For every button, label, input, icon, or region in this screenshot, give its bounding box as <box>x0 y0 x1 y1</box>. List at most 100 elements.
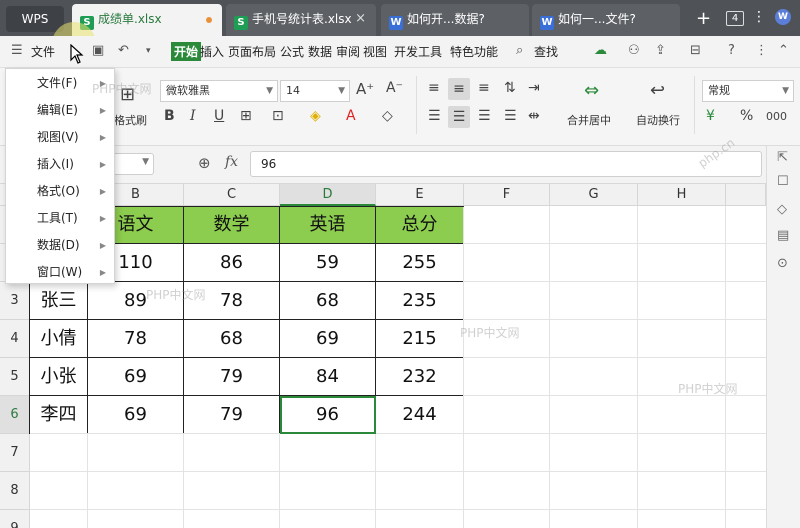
chevron-right-icon: ▶ <box>99 79 106 88</box>
more-icon[interactable]: ⋮ <box>752 9 766 25</box>
font-size-select[interactable]: 14 ▼ <box>280 80 350 102</box>
collapse-ribbon-icon[interactable]: ⌃ <box>778 43 789 58</box>
indent-icon[interactable]: ⇥ <box>528 80 540 96</box>
dropdown-item-edit[interactable]: 编辑(E) ▶ <box>6 97 114 124</box>
toolbox-icon[interactable]: ⊟ <box>690 43 701 58</box>
align-bottom-icon[interactable]: ≡ <box>478 80 490 96</box>
properties-icon[interactable]: ▤ <box>777 228 789 243</box>
clear-format-icon[interactable]: ◇ <box>382 108 393 124</box>
dropdown-item-label: 文件(F) <box>37 76 78 90</box>
menu-page-layout[interactable]: 页面布局 <box>228 43 276 60</box>
tab-grade-sheet[interactable]: S 成绩单.xlsx <box>72 4 222 36</box>
align-middle-icon[interactable]: ≡ <box>448 78 470 100</box>
mouse-cursor-icon <box>70 44 84 64</box>
dropdown-item-window[interactable]: 窗口(W) ▶ <box>6 259 114 286</box>
format-painter-icon[interactable]: ⊞ <box>120 84 135 105</box>
menu-insert[interactable]: 插入 <box>200 43 224 60</box>
align-right-icon[interactable]: ☰ <box>478 108 491 124</box>
merge-icon[interactable]: ⊡ <box>272 108 284 124</box>
wrap-text-icon[interactable]: ↩ <box>650 80 665 101</box>
tab-doc-open-data[interactable]: W 如何开...数据? <box>381 4 529 36</box>
search-icon[interactable]: ⌕ <box>516 43 523 58</box>
wps-logo-icon[interactable]: W <box>775 9 791 25</box>
border-icon[interactable]: ⊞ <box>240 108 252 124</box>
wps-home-tab[interactable]: WPS <box>6 6 64 32</box>
backup-icon[interactable]: ⊙ <box>777 256 788 271</box>
document-icon: W <box>540 16 554 30</box>
format-painter-label[interactable]: 格式刷 <box>114 112 147 128</box>
cell-d6-active[interactable]: 96 <box>280 396 376 434</box>
title-tab-bar: WPS S 成绩单.xlsx S 手机号统计表.xlsx × W 如何开...数据? … <box>0 0 800 36</box>
merge-center-button[interactable]: 合并居中 <box>567 112 611 128</box>
fx-icon[interactable]: fx <box>225 154 238 170</box>
close-tab-icon[interactable]: × <box>355 4 366 34</box>
select-cursor-icon[interactable]: ⇱ <box>777 150 788 165</box>
menu-start[interactable]: 开始 <box>171 42 202 61</box>
font-color-icon[interactable]: A <box>346 108 356 124</box>
menu-formula[interactable]: 公式 <box>280 43 304 60</box>
font-name-value: 微软雅黑 <box>166 84 210 97</box>
name-box[interactable]: ▼ <box>110 153 154 175</box>
chevron-right-icon: ▶ <box>99 133 106 142</box>
dropdown-item-insert[interactable]: 插入(I) ▶ <box>6 151 114 178</box>
font-name-select[interactable]: 微软雅黑 ▼ <box>160 80 278 102</box>
ribbon-separator <box>694 76 695 134</box>
chevron-right-icon: ▶ <box>99 241 106 250</box>
align-center-icon[interactable]: ☰ <box>448 106 470 128</box>
dropdown-item-file[interactable]: 文件(F) ▶ <box>6 70 114 97</box>
bold-icon[interactable]: B <box>164 108 175 124</box>
tab-doc-file[interactable]: W 如何一...文件? <box>532 4 680 36</box>
number-format-value: 常规 <box>708 84 730 97</box>
menu-search[interactable]: 查找 <box>534 43 558 60</box>
number-format-select[interactable]: 常规 ▼ <box>702 80 794 102</box>
share-user-icon[interactable]: ⚇ <box>628 43 640 58</box>
dropdown-item-data[interactable]: 数据(D) ▶ <box>6 232 114 259</box>
chevron-right-icon: ▶ <box>99 187 106 196</box>
fill-color-icon[interactable]: ◈ <box>310 108 321 124</box>
menu-bar: ☰ 文件 ▣ ↶ ▾ 开始 插入 页面布局 公式 数据 审阅 视图 开发工具 特… <box>0 36 800 68</box>
dropdown-item-label: 格式(O) <box>37 184 80 198</box>
menu-data[interactable]: 数据 <box>308 43 332 60</box>
merge-center-icon[interactable]: ⇔ <box>584 80 599 101</box>
align-left-icon[interactable]: ☰ <box>428 108 441 124</box>
format-icon[interactable]: ☐ <box>777 174 789 189</box>
dropdown-item-view[interactable]: 视图(V) ▶ <box>6 124 114 151</box>
window-count-badge[interactable]: 4 <box>726 11 744 26</box>
save-icon[interactable]: ▣ <box>92 43 104 58</box>
chevron-right-icon: ▶ <box>99 160 106 169</box>
currency-icon[interactable]: ¥ <box>706 108 715 124</box>
menu-view[interactable]: 视图 <box>363 43 387 60</box>
cloud-sync-icon[interactable]: ☁ <box>594 43 607 58</box>
chevron-down-icon: ▼ <box>782 86 789 96</box>
thousands-button[interactable]: 000 <box>766 110 787 123</box>
justify-icon[interactable]: ☰ <box>504 108 517 124</box>
dropdown-item-tools[interactable]: 工具(T) ▶ <box>6 205 114 232</box>
hamburger-menu-icon[interactable]: ☰ <box>11 43 23 58</box>
decrease-font-icon[interactable]: A⁻ <box>386 80 403 96</box>
menu-developer[interactable]: 开发工具 <box>394 43 442 60</box>
menu-file[interactable]: 文件 <box>31 43 55 60</box>
dropdown-item-label: 工具(T) <box>37 211 78 225</box>
chevron-down-icon[interactable]: ▾ <box>146 46 151 56</box>
align-top-icon[interactable]: ≡ <box>428 80 440 96</box>
wrap-text-button[interactable]: 自动换行 <box>636 112 680 128</box>
new-tab-icon[interactable]: + <box>696 8 711 29</box>
increase-font-icon[interactable]: A⁺ <box>356 80 374 98</box>
menu-special[interactable]: 特色功能 <box>450 43 498 60</box>
dropdown-item-format[interactable]: 格式(O) ▶ <box>6 178 114 205</box>
undo-icon[interactable]: ↶ <box>118 43 129 58</box>
help-icon[interactable]: ? <box>728 43 735 58</box>
orientation-icon[interactable]: ⇅ <box>504 80 516 96</box>
dropdown-item-label: 数据(D) <box>37 238 80 252</box>
shape-icon[interactable]: ◇ <box>777 202 787 217</box>
underline-icon[interactable]: U <box>214 108 224 124</box>
export-icon[interactable]: ⇪ <box>655 43 666 58</box>
italic-icon[interactable]: I <box>190 108 196 124</box>
distribute-icon[interactable]: ⇹ <box>528 108 540 124</box>
menu-review[interactable]: 审阅 <box>336 43 360 60</box>
zoom-search-icon[interactable]: ⊕ <box>198 154 211 172</box>
percent-button[interactable]: % <box>740 108 753 124</box>
more-options-icon[interactable]: ⋮ <box>755 43 768 58</box>
tab-phone-stats[interactable]: S 手机号统计表.xlsx × <box>226 4 376 36</box>
formula-input[interactable]: 96 <box>250 151 762 177</box>
